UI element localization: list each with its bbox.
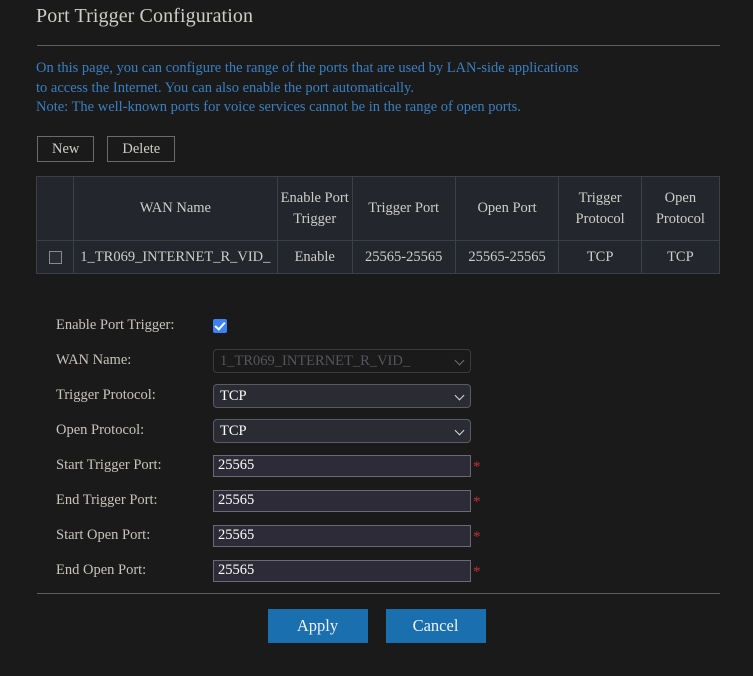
footer-divider	[37, 593, 720, 594]
label-end-trigger-port: End Trigger Port:	[56, 492, 158, 508]
description-line-3: Note: The well-known ports for voice ser…	[36, 99, 521, 116]
new-button[interactable]: New	[37, 136, 95, 162]
enable-port-trigger-checkbox[interactable]	[213, 318, 227, 333]
field-row-start-trigger-port: Start Trigger Port: *	[56, 448, 481, 483]
page-title: Port Trigger Configuration	[36, 5, 254, 27]
label-end-open-port: End Open Port:	[56, 562, 147, 578]
description-line-2: to access the Internet. You can also ena…	[36, 79, 414, 96]
control-open-protocol: TCP	[213, 418, 471, 443]
footer-buttons: Apply Cancel	[0, 609, 753, 643]
port-trigger-table: WAN Name Enable Port Trigger Trigger Por…	[35, 176, 721, 274]
field-row-wan-name: WAN Name: 1_TR069_INTERNET_R_VID_	[56, 343, 481, 378]
row-select-cell[interactable]	[35, 240, 75, 274]
field-row-open-protocol: Open Protocol: TCP	[56, 413, 481, 448]
column-header-select	[35, 176, 75, 241]
trigger-protocol-select-wrapper: TCP	[213, 383, 471, 408]
trigger-protocol-select[interactable]: TCP	[213, 383, 471, 408]
field-row-trigger-protocol: Trigger Protocol: TCP	[56, 378, 481, 413]
cell-trigger-protocol: TCP	[558, 240, 642, 274]
apply-button[interactable]: Apply	[267, 609, 368, 643]
port-trigger-table-wrapper: WAN Name Enable Port Trigger Trigger Por…	[35, 176, 721, 274]
cell-open-protocol: TCP	[640, 240, 721, 274]
label-start-trigger-port: Start Trigger Port:	[56, 457, 162, 473]
column-header-open-protocol: Open Protocol	[640, 176, 721, 241]
table-head: WAN Name Enable Port Trigger Trigger Por…	[35, 176, 721, 241]
control-start-open-port: *	[213, 524, 481, 547]
cell-enable-port-trigger: Enable	[276, 240, 353, 274]
column-header-enable-port-trigger: Enable Port Trigger	[276, 176, 353, 241]
start-trigger-port-input[interactable]	[213, 454, 471, 477]
required-asterisk: *	[473, 529, 481, 545]
column-header-open-port: Open Port	[454, 176, 560, 241]
end-trigger-port-input[interactable]	[213, 489, 471, 512]
label-start-open-port: Start Open Port:	[56, 527, 151, 543]
field-row-start-open-port: Start Open Port: *	[56, 518, 481, 553]
cancel-button[interactable]: Cancel	[385, 609, 486, 643]
label-wan-name: WAN Name:	[56, 352, 132, 368]
column-header-trigger-port: Trigger Port	[351, 176, 456, 241]
table-row[interactable]: 1_TR069_INTERNET_R_VID_ Enable 25565-255…	[35, 240, 721, 274]
column-header-trigger-protocol: Trigger Protocol	[558, 176, 642, 241]
wan-name-select: 1_TR069_INTERNET_R_VID_	[213, 348, 471, 373]
control-end-trigger-port: *	[213, 489, 481, 512]
control-trigger-protocol: TCP	[213, 383, 471, 408]
field-row-end-trigger-port: End Trigger Port: *	[56, 483, 481, 518]
start-open-port-input[interactable]	[213, 524, 471, 547]
description-line-1: On this page, you can configure the rang…	[36, 60, 579, 76]
cell-wan-name: 1_TR069_INTERNET_R_VID_	[73, 240, 278, 274]
open-protocol-select-wrapper: TCP	[213, 418, 471, 443]
row-select-checkbox[interactable]	[48, 250, 62, 264]
delete-button[interactable]: Delete	[107, 136, 176, 162]
wan-name-select-wrapper: 1_TR069_INTERNET_R_VID_	[213, 348, 471, 373]
required-asterisk: *	[473, 459, 481, 475]
table-body: 1_TR069_INTERNET_R_VID_ Enable 25565-255…	[35, 240, 721, 274]
required-asterisk: *	[473, 564, 481, 580]
table-header-row: WAN Name Enable Port Trigger Trigger Por…	[35, 176, 721, 241]
required-asterisk: *	[473, 494, 481, 510]
table-action-bar: New Delete	[37, 136, 176, 162]
open-protocol-select[interactable]: TCP	[213, 418, 471, 443]
page-description: On this page, you can configure the rang…	[36, 59, 736, 118]
label-trigger-protocol: Trigger Protocol:	[56, 387, 156, 403]
field-row-enable-port-trigger: Enable Port Trigger:	[56, 308, 481, 343]
control-wan-name: 1_TR069_INTERNET_R_VID_	[213, 348, 471, 373]
port-trigger-configuration-page: Port Trigger Configuration On this page,…	[0, 0, 753, 676]
label-enable-port-trigger: Enable Port Trigger:	[56, 317, 175, 333]
end-open-port-input[interactable]	[213, 559, 471, 582]
control-enable-port-trigger	[213, 318, 227, 333]
control-start-trigger-port: *	[213, 454, 481, 477]
label-open-protocol: Open Protocol:	[56, 422, 145, 438]
port-trigger-form: Enable Port Trigger: WAN Name: 1_TR069_I…	[56, 308, 481, 588]
column-header-wan-name: WAN Name	[73, 176, 278, 241]
cell-open-port: 25565-25565	[454, 240, 560, 274]
field-row-end-open-port: End Open Port: *	[56, 553, 481, 588]
control-end-open-port: *	[213, 559, 481, 582]
cell-trigger-port: 25565-25565	[351, 240, 456, 274]
title-divider	[37, 45, 720, 46]
